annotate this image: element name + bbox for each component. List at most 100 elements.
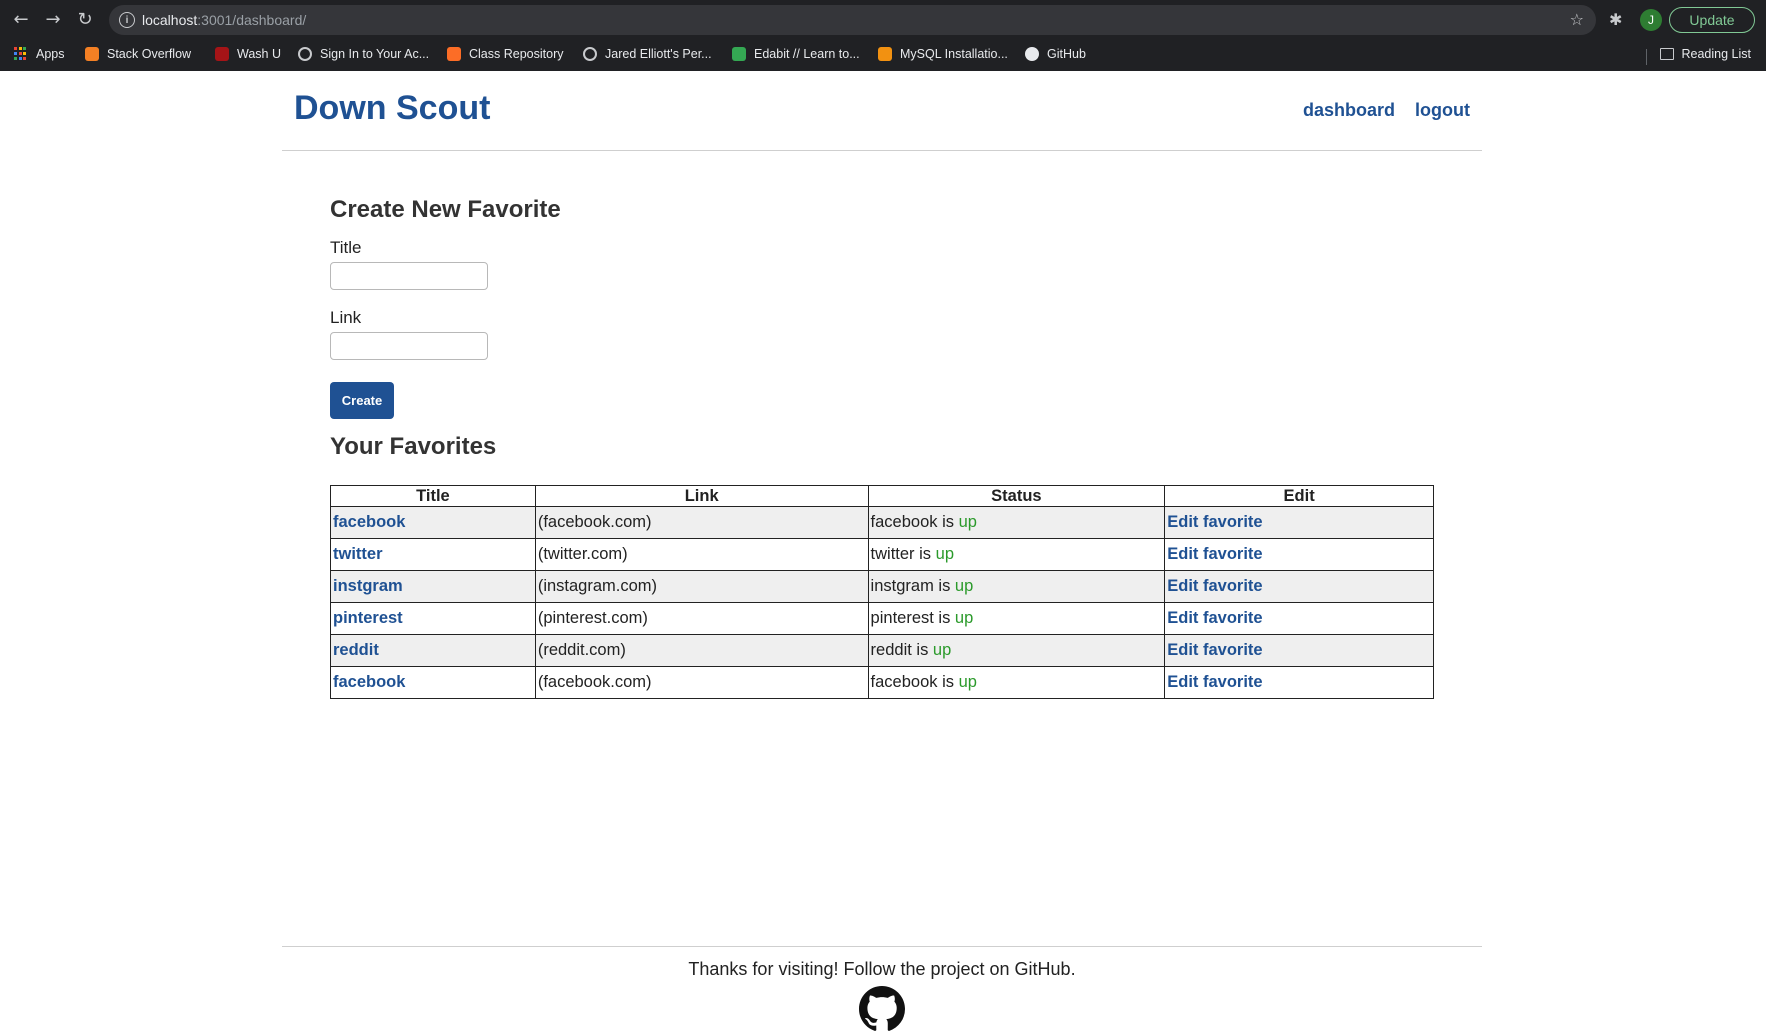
- title-cell: pinterest: [330, 602, 536, 635]
- table-row: facebook (facebook.com) facebook is up E…: [330, 506, 1434, 539]
- bookmark-label: Stack Overflow: [107, 47, 192, 61]
- title-input[interactable]: [330, 262, 488, 290]
- top-nav: dashboard logout: [1303, 100, 1470, 121]
- bookmark-label: Class Repository: [469, 47, 564, 61]
- mysql-icon: [878, 47, 892, 61]
- edabit-icon: [732, 47, 746, 61]
- bookmark-label: GitHub: [1047, 47, 1086, 61]
- back-arrow-icon[interactable]: ←: [9, 8, 33, 32]
- status-cell: instgram is up: [867, 570, 1166, 603]
- browser-chrome: ← → ↻ i localhost:3001/dashboard/ ☆ ✱ J …: [0, 0, 1766, 71]
- favorite-title-link[interactable]: instgram: [333, 577, 403, 595]
- column-header-edit: Edit: [1164, 485, 1434, 507]
- gitlab-icon: [447, 47, 461, 61]
- washu-icon: [215, 47, 229, 61]
- status-cell: facebook is up: [867, 506, 1166, 539]
- bookmark-github[interactable]: GitHub: [1025, 47, 1086, 61]
- status-up-badge: up: [954, 577, 974, 595]
- title-label: Title: [330, 238, 362, 257]
- title-cell: facebook: [330, 666, 536, 699]
- reading-list-button[interactable]: Reading List: [1659, 47, 1752, 61]
- title-cell: twitter: [330, 538, 536, 571]
- status-up-badge: up: [954, 609, 974, 627]
- link-cell: (pinterest.com): [534, 602, 869, 635]
- profile-avatar[interactable]: J: [1640, 9, 1662, 31]
- favorite-title-link[interactable]: reddit: [333, 641, 379, 659]
- edit-cell: Edit favorite: [1164, 570, 1434, 603]
- table-row: instgram (instagram.com) instgram is up …: [330, 570, 1434, 603]
- column-header-title: Title: [330, 485, 536, 507]
- favorite-title-link[interactable]: twitter: [333, 545, 383, 563]
- link-label: Link: [330, 308, 362, 327]
- bookmark-label: Sign In to Your Ac...: [320, 47, 430, 61]
- status-cell: twitter is up: [867, 538, 1166, 571]
- favorites-heading: Your Favorites: [330, 433, 497, 460]
- title-cell: reddit: [330, 634, 536, 667]
- bookmarks-divider: [1646, 49, 1647, 65]
- globe-icon: [583, 47, 597, 61]
- table-header-row: Title Link Status Edit: [330, 485, 1434, 507]
- reading-list-icon: [1659, 48, 1674, 60]
- link-input[interactable]: [330, 332, 488, 360]
- status-text: facebook is: [870, 513, 959, 531]
- bookmark-label: Jared Elliott's Per...: [605, 47, 712, 61]
- bookmarks-bar: Apps Stack Overflow Wash U Sign In to Yo…: [0, 40, 1766, 71]
- bookmark-wash-u[interactable]: Wash U: [215, 47, 281, 61]
- edit-favorite-link[interactable]: Edit favorite: [1167, 513, 1262, 531]
- bookmark-star-icon[interactable]: ☆: [1570, 10, 1584, 29]
- bookmark-edabit[interactable]: Edabit // Learn to...: [732, 47, 860, 61]
- edit-favorite-link[interactable]: Edit favorite: [1167, 673, 1262, 691]
- forward-arrow-icon[interactable]: →: [41, 8, 65, 32]
- bookmark-stack-overflow[interactable]: Stack Overflow: [85, 47, 191, 61]
- github-icon[interactable]: [859, 986, 905, 1032]
- status-text: instgram is: [870, 577, 955, 595]
- update-button[interactable]: Update: [1669, 7, 1755, 33]
- link-cell: (facebook.com): [534, 506, 869, 539]
- nav-dashboard-link[interactable]: dashboard: [1303, 100, 1395, 121]
- create-button[interactable]: Create: [330, 382, 394, 419]
- github-icon: [1025, 47, 1039, 61]
- column-header-link: Link: [534, 485, 869, 507]
- create-favorite-form: Create New Favorite Title Link Create: [330, 196, 1434, 419]
- edit-cell: Edit favorite: [1164, 506, 1434, 539]
- edit-favorite-link[interactable]: Edit favorite: [1167, 641, 1262, 659]
- edit-cell: Edit favorite: [1164, 602, 1434, 635]
- status-up-badge: up: [932, 641, 952, 659]
- edit-favorite-link[interactable]: Edit favorite: [1167, 609, 1262, 627]
- apps-icon: [14, 47, 28, 61]
- status-text: pinterest is: [870, 609, 955, 627]
- bookmark-label: Wash U: [237, 47, 281, 61]
- link-cell: (reddit.com): [534, 634, 869, 667]
- bookmark-apps[interactable]: Apps: [14, 47, 65, 61]
- edit-favorite-link[interactable]: Edit favorite: [1167, 545, 1262, 563]
- bookmark-class-repository[interactable]: Class Repository: [447, 47, 563, 61]
- bookmark-sign-in[interactable]: Sign In to Your Ac...: [298, 47, 429, 61]
- status-up-badge: up: [958, 673, 977, 691]
- status-text: twitter is: [870, 545, 936, 563]
- table-row: facebook (facebook.com) facebook is up E…: [330, 666, 1434, 699]
- nav-logout-link[interactable]: logout: [1415, 100, 1470, 121]
- edit-favorite-link[interactable]: Edit favorite: [1167, 577, 1262, 595]
- status-cell: reddit is up: [867, 634, 1166, 667]
- address-bar[interactable]: i localhost:3001/dashboard/ ☆: [109, 5, 1596, 35]
- footer-text: Thanks for visiting! Follow the project …: [688, 959, 1076, 979]
- favorite-title-link[interactable]: pinterest: [333, 609, 403, 627]
- bookmark-jared-elliott[interactable]: Jared Elliott's Per...: [583, 47, 712, 61]
- create-heading: Create New Favorite: [330, 196, 561, 223]
- url-host: localhost: [142, 12, 198, 28]
- edit-cell: Edit favorite: [1164, 538, 1434, 571]
- url-text[interactable]: localhost:3001/dashboard/: [142, 12, 306, 28]
- brand-title[interactable]: Down Scout: [294, 89, 490, 128]
- reading-list-label: Reading List: [1681, 47, 1752, 61]
- table-row: pinterest (pinterest.com) pinterest is u…: [330, 602, 1434, 635]
- extensions-puzzle-icon[interactable]: ✱: [1609, 10, 1627, 29]
- info-icon[interactable]: i: [119, 12, 135, 28]
- table-row: reddit (reddit.com) reddit is up Edit fa…: [330, 634, 1434, 667]
- favorite-title-link[interactable]: facebook: [333, 513, 405, 531]
- favorite-title-link[interactable]: facebook: [333, 673, 405, 691]
- stackoverflow-icon: [85, 47, 99, 61]
- site-header: Down Scout dashboard logout: [282, 71, 1482, 151]
- status-text: facebook is: [870, 673, 959, 691]
- bookmark-mysql[interactable]: MySQL Installatio...: [878, 47, 1008, 61]
- reload-icon[interactable]: ↻: [73, 8, 97, 32]
